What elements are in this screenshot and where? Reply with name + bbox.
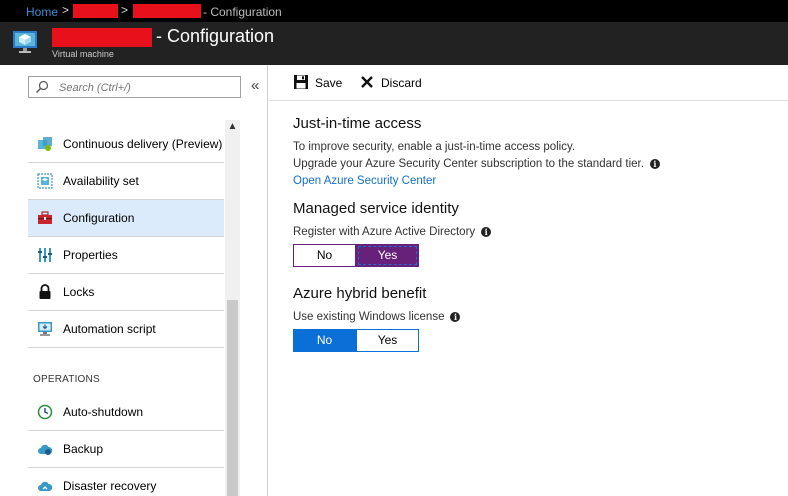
scroll-up-arrow-icon[interactable]: ▲ [225, 120, 240, 134]
close-icon [361, 76, 373, 88]
automation-script-icon [38, 322, 52, 336]
breadcrumb-home-link[interactable]: Home [26, 5, 58, 19]
collapse-sidebar-button[interactable]: « [251, 77, 259, 94]
sidebar-item-continuous-delivery[interactable]: Continuous delivery (Preview) [28, 126, 224, 163]
info-icon[interactable]: i [649, 159, 660, 169]
breadcrumb-separator: > [62, 3, 70, 17]
jit-description-line1: To improve security, enable a just-in-ti… [293, 141, 576, 153]
discard-label: Discard [381, 76, 422, 90]
configuration-content: Just-in-time access To improve security,… [269, 101, 788, 496]
redacted-title [52, 28, 152, 47]
sidebar-item-label: Locks [63, 285, 95, 299]
sidebar-item-configuration[interactable]: Configuration [28, 200, 224, 237]
clock-icon [37, 404, 53, 420]
sidebar-item-label: Disaster recovery [63, 479, 157, 493]
sidebar-item-label: Auto-shutdown [63, 405, 144, 419]
sidebar-item-label: Properties [63, 248, 118, 262]
sidebar-item-label: Continuous delivery (Preview) [63, 137, 223, 151]
sidebar-item-properties[interactable]: Properties [28, 237, 224, 274]
virtual-machine-icon [13, 31, 37, 53]
blade-header: - Configuration Virtual machine [0, 22, 788, 65]
page-subtitle: Virtual machine [52, 49, 114, 59]
hybrid-title: Azure hybrid benefit [293, 285, 427, 302]
cloud-recovery-icon [38, 481, 53, 491]
msi-label-row: Register with Azure Active Directory i [293, 226, 492, 238]
breadcrumb-separator: > [121, 3, 129, 17]
jit-upgrade-text: Upgrade your Azure Security Center subsc… [293, 158, 644, 170]
cloud-backup-icon [38, 444, 53, 455]
hybrid-option-no[interactable]: No [293, 329, 356, 352]
continuous-delivery-icon [38, 137, 52, 151]
redacted-text [73, 4, 118, 18]
save-button[interactable]: Save [293, 74, 343, 92]
hybrid-label-row: Use existing Windows license i [293, 311, 461, 323]
command-bar: Save Discard [269, 65, 788, 101]
sidebar-item-label: Availability set [63, 174, 139, 188]
hybrid-toggle[interactable]: No Yes [293, 329, 420, 352]
search-input[interactable] [59, 79, 239, 96]
sidebar-item-label: Automation script [63, 322, 156, 336]
sidebar-item-auto-shutdown[interactable]: Auto-shutdown [28, 394, 224, 431]
sidebar-item-disaster-recovery[interactable]: Disaster recovery [28, 468, 224, 496]
page-title: - Configuration [156, 26, 275, 46]
breadcrumb: Home > > - Configuration [0, 0, 788, 22]
msi-option-no[interactable]: No [293, 244, 356, 267]
sidebar-item-locks[interactable]: Locks [28, 274, 224, 311]
search-box[interactable] [28, 76, 241, 98]
hybrid-option-yes[interactable]: Yes [356, 329, 419, 352]
sidebar-item-label: Configuration [63, 211, 135, 225]
toolbox-icon [38, 211, 52, 224]
lock-icon [39, 284, 51, 299]
msi-option-yes[interactable]: Yes [356, 244, 419, 267]
hybrid-label: Use existing Windows license [293, 311, 445, 323]
scrollbar-thumb[interactable] [227, 300, 238, 496]
section-heading-operations: OPERATIONS [33, 374, 100, 385]
info-icon[interactable]: i [481, 227, 492, 237]
sidebar: « ▲ Continuous delivery (Preview) Availa… [0, 65, 268, 496]
save-icon [294, 75, 308, 89]
jit-description-line2: Upgrade your Azure Security Center subsc… [293, 158, 660, 170]
sidebar-item-automation-script[interactable]: Automation script [28, 311, 224, 348]
sidebar-item-backup[interactable]: Backup [28, 431, 224, 468]
redacted-text [133, 4, 201, 18]
search-icon [36, 80, 49, 93]
discard-button[interactable]: Discard [359, 74, 424, 92]
open-security-center-link[interactable]: Open Azure Security Center [293, 175, 436, 187]
availability-set-icon [37, 173, 53, 189]
jit-title: Just-in-time access [293, 115, 422, 132]
save-label: Save [315, 76, 343, 90]
msi-toggle[interactable]: No Yes [293, 244, 420, 267]
sidebar-scrollbar[interactable]: ▲ [225, 120, 240, 496]
breadcrumb-current: - Configuration [203, 5, 282, 19]
properties-icon [38, 248, 52, 262]
info-icon[interactable]: i [450, 312, 461, 322]
sidebar-item-availability-set[interactable]: Availability set [28, 163, 224, 200]
msi-label: Register with Azure Active Directory [293, 226, 476, 238]
msi-title: Managed service identity [293, 200, 459, 217]
sidebar-item-label: Backup [63, 442, 104, 456]
